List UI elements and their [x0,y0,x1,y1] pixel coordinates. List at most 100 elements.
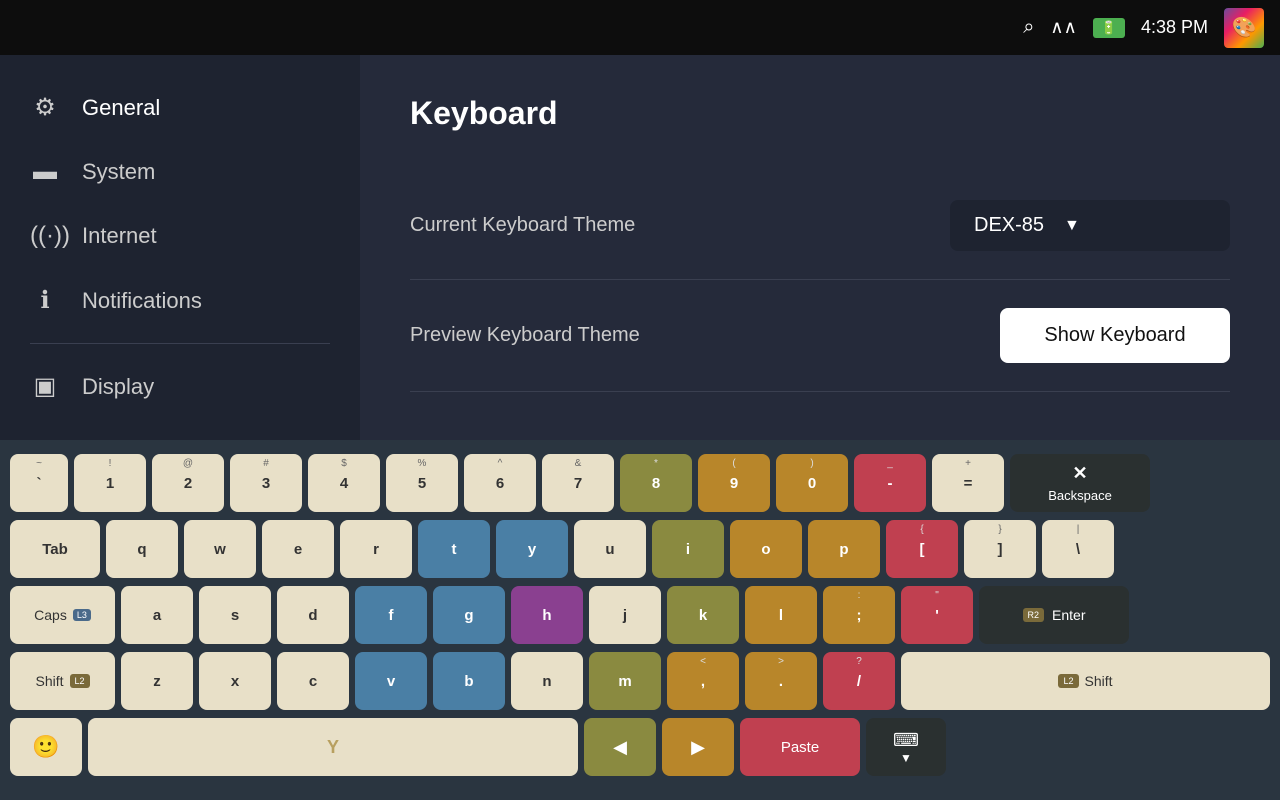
key-tilde[interactable]: ~` [10,454,68,512]
key-comma[interactable]: <, [667,652,739,710]
sidebar-label-general: General [82,95,160,121]
key-z[interactable]: z [121,652,193,710]
key-v[interactable]: v [355,652,427,710]
key-3[interactable]: #3 [230,454,302,512]
key-f[interactable]: f [355,586,427,644]
sidebar-item-internet[interactable]: ((·)) Internet [0,204,360,268]
key-enter[interactable]: R2 Enter [979,586,1129,644]
sidebar-item-system[interactable]: ▬ System [0,140,360,204]
l2-badge-shift: L2 [70,674,90,688]
key-l[interactable]: l [745,586,817,644]
key-keyboard-toggle[interactable]: ⌨ ▼ [866,718,946,776]
key-w[interactable]: w [184,520,256,578]
clock: 4:38 PM [1141,17,1208,38]
key-8[interactable]: *8 [620,454,692,512]
key-equals[interactable]: += [932,454,1004,512]
key-u[interactable]: u [574,520,646,578]
sidebar-divider [30,343,330,344]
key-p[interactable]: p [808,520,880,578]
sidebar-item-notifications[interactable]: ℹ Notifications [0,268,360,333]
left-arrow-icon: ◀ [613,737,627,758]
key-e[interactable]: e [262,520,334,578]
key-b[interactable]: b [433,652,505,710]
kb-row-3: Caps L3 a s d f g h j k l :; "' R2 Enter [10,586,1270,644]
key-0[interactable]: )0 [776,454,848,512]
monitor-icon: ▬ [30,158,60,186]
key-4[interactable]: $4 [308,454,380,512]
key-5[interactable]: %5 [386,454,458,512]
key-emoji[interactable]: 🙂 [10,718,82,776]
avatar[interactable]: 🎨 [1224,8,1264,48]
key-x[interactable]: x [199,652,271,710]
right-arrow-icon: ▶ [691,737,705,758]
key-bracket-close[interactable]: }] [964,520,1036,578]
key-minus[interactable]: _- [854,454,926,512]
key-bracket-open[interactable]: {[ [886,520,958,578]
key-backslash[interactable]: |\ [1042,520,1114,578]
key-2[interactable]: @2 [152,454,224,512]
key-9[interactable]: (9 [698,454,770,512]
preview-label: Preview Keyboard Theme [410,324,640,347]
key-paste[interactable]: Paste [740,718,860,776]
key-q[interactable]: q [106,520,178,578]
key-caps[interactable]: Caps L3 [10,586,115,644]
key-6[interactable]: ^6 [464,454,536,512]
kb-row-2: Tab q w e r t y u i o p {[ }] |\ [10,520,1270,578]
key-g[interactable]: g [433,586,505,644]
theme-value: DEX-85 [974,214,1044,237]
key-shift-right[interactable]: L2 Shift [901,652,1270,710]
key-7[interactable]: &7 [542,454,614,512]
key-left[interactable]: ◀ [584,718,656,776]
shift-left-label: Shift [35,673,63,689]
display-icon: ▣ [30,372,60,401]
key-quote[interactable]: "' [901,586,973,644]
key-1[interactable]: !1 [74,454,146,512]
key-y[interactable]: y [496,520,568,578]
show-keyboard-button[interactable]: Show Keyboard [1000,308,1230,363]
key-tab[interactable]: Tab [10,520,100,578]
kb-row-4: Shift L2 z x c v b n m <, >. ?/ L2 Shift [10,652,1270,710]
key-period[interactable]: >. [745,652,817,710]
sidebar-label-internet: Internet [82,223,157,249]
preview-row: Preview Keyboard Theme Show Keyboard [410,280,1230,392]
theme-dropdown[interactable]: DEX-85 ▼ [950,200,1230,251]
page-title: Keyboard [410,95,1230,132]
theme-label: Current Keyboard Theme [410,214,635,237]
kb-row-5: 🙂 Y ◀ ▶ Paste ⌨ ▼ [10,718,1270,776]
key-h[interactable]: h [511,586,583,644]
key-k[interactable]: k [667,586,739,644]
key-j[interactable]: j [589,586,661,644]
key-a[interactable]: a [121,586,193,644]
sidebar-item-general[interactable]: ⚙ General [0,75,360,140]
down-arrow-icon: ▼ [900,751,912,765]
key-i[interactable]: i [652,520,724,578]
key-t[interactable]: t [418,520,490,578]
wifi-icon: ∧∧ [1050,17,1076,38]
r2-badge: R2 [1023,608,1045,622]
topbar: ⌕ ∧∧ 🔋 4:38 PM 🎨 [0,0,1280,55]
backspace-label: Backspace [1048,488,1112,503]
key-r[interactable]: r [340,520,412,578]
l3-badge: L3 [73,609,91,621]
wifi-nav-icon: ((·)) [30,222,60,250]
key-m[interactable]: m [589,652,661,710]
key-n[interactable]: n [511,652,583,710]
key-shift-left[interactable]: Shift L2 [10,652,115,710]
l2-badge-shift-r: L2 [1058,674,1078,688]
gear-icon: ⚙ [30,93,60,122]
kb-row-1: ~` !1 @2 #3 $4 %5 ^6 &7 *8 (9 )0 _- += ✕… [10,454,1270,512]
sidebar-item-display[interactable]: ▣ Display [0,354,360,419]
key-slash[interactable]: ?/ [823,652,895,710]
key-c[interactable]: c [277,652,349,710]
key-backspace[interactable]: ✕ Backspace [1010,454,1150,512]
key-right[interactable]: ▶ [662,718,734,776]
theme-row: Current Keyboard Theme DEX-85 ▼ [410,172,1230,280]
key-semicolon[interactable]: :; [823,586,895,644]
key-o[interactable]: o [730,520,802,578]
key-y-btn[interactable]: Y [88,718,578,776]
y-label: Y [327,737,339,758]
search-icon[interactable]: ⌕ [1023,16,1034,39]
key-d[interactable]: d [277,586,349,644]
sidebar-label-system: System [82,159,155,185]
key-s[interactable]: s [199,586,271,644]
